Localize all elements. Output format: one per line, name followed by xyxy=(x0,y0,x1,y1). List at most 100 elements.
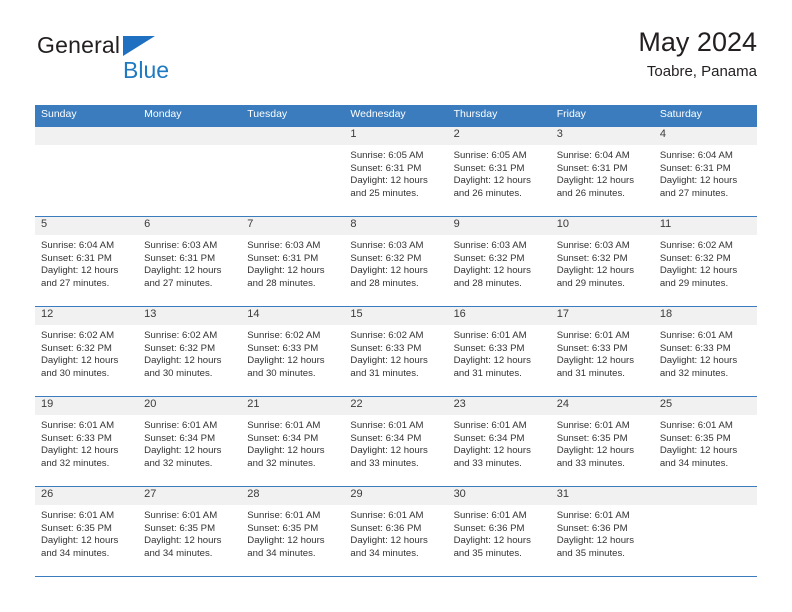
day-number[interactable]: 8 xyxy=(344,217,447,235)
day-cell[interactable]: Sunrise: 6:04 AM Sunset: 6:31 PM Dayligh… xyxy=(35,235,138,306)
daylight-text-line2: and 29 minutes. xyxy=(659,277,729,289)
day-number[interactable]: 17 xyxy=(551,307,654,325)
day-number[interactable]: 21 xyxy=(241,397,344,415)
daylight-text-line1: Daylight: 12 hours xyxy=(659,265,738,277)
day-cell[interactable] xyxy=(35,145,138,216)
day-cell[interactable]: Sunrise: 6:01 AM Sunset: 6:36 PM Dayligh… xyxy=(448,505,551,576)
day-cell[interactable]: Sunrise: 6:01 AM Sunset: 6:33 PM Dayligh… xyxy=(551,325,654,396)
day-cell[interactable]: Sunrise: 6:01 AM Sunset: 6:35 PM Dayligh… xyxy=(551,415,654,486)
day-number[interactable] xyxy=(654,487,757,505)
day-number[interactable]: 24 xyxy=(551,397,654,415)
sunrise-text: Sunrise: 6:01 AM xyxy=(453,510,527,521)
day-number[interactable]: 4 xyxy=(654,127,757,145)
day-number[interactable]: 26 xyxy=(35,487,138,505)
daylight-text-line2: and 34 minutes. xyxy=(350,547,419,559)
day-number[interactable] xyxy=(241,127,344,145)
day-number[interactable]: 31 xyxy=(551,487,654,505)
day-cell[interactable]: Sunrise: 6:03 AM Sunset: 6:32 PM Dayligh… xyxy=(344,235,447,306)
day-cell[interactable] xyxy=(138,145,241,216)
day-number[interactable]: 23 xyxy=(448,397,551,415)
day-number-band: 19 20 21 22 23 24 25 xyxy=(35,397,757,415)
day-number[interactable]: 1 xyxy=(344,127,447,145)
day-number[interactable]: 3 xyxy=(551,127,654,145)
day-cell[interactable]: Sunrise: 6:03 AM Sunset: 6:32 PM Dayligh… xyxy=(448,235,551,306)
day-number[interactable]: 16 xyxy=(448,307,551,325)
sunset-text: Sunset: 6:32 PM xyxy=(350,252,422,264)
day-cell[interactable]: Sunrise: 6:01 AM Sunset: 6:33 PM Dayligh… xyxy=(654,325,757,396)
daylight-text-line2: and 29 minutes. xyxy=(556,277,625,289)
day-cell[interactable]: Sunrise: 6:01 AM Sunset: 6:35 PM Dayligh… xyxy=(35,505,138,576)
day-cell[interactable] xyxy=(241,145,344,216)
day-number[interactable]: 2 xyxy=(448,127,551,145)
day-cell[interactable]: Sunrise: 6:01 AM Sunset: 6:34 PM Dayligh… xyxy=(344,415,447,486)
day-cell[interactable]: Sunrise: 6:01 AM Sunset: 6:35 PM Dayligh… xyxy=(654,415,757,486)
day-cell[interactable]: Sunrise: 6:01 AM Sunset: 6:36 PM Dayligh… xyxy=(344,505,447,576)
day-cell[interactable]: Sunrise: 6:01 AM Sunset: 6:36 PM Dayligh… xyxy=(551,505,654,576)
week-row: 26 27 28 29 30 31 Sunrise: 6:01 AM Sunse… xyxy=(35,487,757,577)
day-number[interactable]: 5 xyxy=(35,217,138,235)
day-number[interactable]: 15 xyxy=(344,307,447,325)
day-cell[interactable]: Sunrise: 6:04 AM Sunset: 6:31 PM Dayligh… xyxy=(654,145,757,216)
sunrise-text: Sunrise: 6:01 AM xyxy=(144,420,218,431)
day-cell[interactable] xyxy=(654,505,757,576)
day-cell[interactable]: Sunrise: 6:04 AM Sunset: 6:31 PM Dayligh… xyxy=(551,145,654,216)
sunrise-text: Sunrise: 6:03 AM xyxy=(556,240,630,251)
sunrise-text: Sunrise: 6:04 AM xyxy=(41,240,115,251)
day-number[interactable]: 22 xyxy=(344,397,447,415)
day-number[interactable]: 30 xyxy=(448,487,551,505)
day-number[interactable]: 20 xyxy=(138,397,241,415)
day-number[interactable]: 6 xyxy=(138,217,241,235)
day-cell[interactable]: Sunrise: 6:02 AM Sunset: 6:32 PM Dayligh… xyxy=(654,235,757,306)
daylight-text-line1: Daylight: 12 hours xyxy=(144,355,222,367)
day-number[interactable]: 25 xyxy=(654,397,757,415)
day-detail-row: Sunrise: 6:02 AM Sunset: 6:32 PM Dayligh… xyxy=(35,325,757,396)
day-cell[interactable]: Sunrise: 6:02 AM Sunset: 6:32 PM Dayligh… xyxy=(138,325,241,396)
general-blue-logo[interactable]: General Blue xyxy=(35,34,255,90)
daylight-text-line2: and 32 minutes. xyxy=(144,457,213,469)
daylight-text-line2: and 31 minutes. xyxy=(556,367,625,379)
day-cell[interactable]: Sunrise: 6:02 AM Sunset: 6:32 PM Dayligh… xyxy=(35,325,138,396)
day-number[interactable]: 11 xyxy=(654,217,757,235)
day-number[interactable]: 14 xyxy=(241,307,344,325)
sunrise-text: Sunrise: 6:01 AM xyxy=(453,420,527,431)
day-cell[interactable]: Sunrise: 6:01 AM Sunset: 6:33 PM Dayligh… xyxy=(35,415,138,486)
day-cell[interactable]: Sunrise: 6:05 AM Sunset: 6:31 PM Dayligh… xyxy=(448,145,551,216)
day-cell[interactable]: Sunrise: 6:01 AM Sunset: 6:35 PM Dayligh… xyxy=(138,505,241,576)
day-cell[interactable]: Sunrise: 6:01 AM Sunset: 6:34 PM Dayligh… xyxy=(241,415,344,486)
day-number[interactable]: 9 xyxy=(448,217,551,235)
day-cell[interactable]: Sunrise: 6:05 AM Sunset: 6:31 PM Dayligh… xyxy=(344,145,447,216)
daylight-text-line2: and 27 minutes. xyxy=(41,277,110,289)
daylight-text-line1: Daylight: 12 hours xyxy=(350,445,428,457)
day-cell[interactable]: Sunrise: 6:02 AM Sunset: 6:33 PM Dayligh… xyxy=(344,325,447,396)
day-cell[interactable]: Sunrise: 6:03 AM Sunset: 6:31 PM Dayligh… xyxy=(138,235,241,306)
day-number[interactable]: 10 xyxy=(551,217,654,235)
weekday-tuesday: Tuesday xyxy=(247,108,288,120)
day-cell[interactable]: Sunrise: 6:02 AM Sunset: 6:33 PM Dayligh… xyxy=(241,325,344,396)
day-number[interactable]: 7 xyxy=(241,217,344,235)
day-number[interactable]: 27 xyxy=(138,487,241,505)
day-number[interactable]: 19 xyxy=(35,397,138,415)
day-number[interactable] xyxy=(138,127,241,145)
day-number[interactable] xyxy=(35,127,138,145)
day-cell[interactable]: Sunrise: 6:01 AM Sunset: 6:35 PM Dayligh… xyxy=(241,505,344,576)
daylight-text-line2: and 30 minutes. xyxy=(144,367,213,379)
daylight-text-line1: Daylight: 12 hours xyxy=(556,445,635,457)
day-cell[interactable]: Sunrise: 6:01 AM Sunset: 6:34 PM Dayligh… xyxy=(138,415,241,486)
day-cell[interactable]: Sunrise: 6:03 AM Sunset: 6:31 PM Dayligh… xyxy=(241,235,344,306)
day-number[interactable]: 18 xyxy=(654,307,757,325)
sunset-text: Sunset: 6:35 PM xyxy=(556,432,628,444)
day-number[interactable]: 29 xyxy=(344,487,447,505)
day-cell[interactable]: Sunrise: 6:01 AM Sunset: 6:33 PM Dayligh… xyxy=(448,325,551,396)
day-number[interactable]: 28 xyxy=(241,487,344,505)
daylight-text-line1: Daylight: 12 hours xyxy=(556,355,635,367)
day-number[interactable]: 13 xyxy=(138,307,241,325)
sunrise-text: Sunrise: 6:03 AM xyxy=(453,240,527,251)
sunset-text: Sunset: 6:36 PM xyxy=(556,522,628,534)
sunset-text: Sunset: 6:31 PM xyxy=(247,252,319,264)
day-number[interactable]: 12 xyxy=(35,307,138,325)
sunset-text: Sunset: 6:35 PM xyxy=(41,522,112,534)
sunrise-text: Sunrise: 6:03 AM xyxy=(247,240,321,251)
daylight-text-line2: and 32 minutes. xyxy=(247,457,316,469)
day-cell[interactable]: Sunrise: 6:01 AM Sunset: 6:34 PM Dayligh… xyxy=(448,415,551,486)
day-cell[interactable]: Sunrise: 6:03 AM Sunset: 6:32 PM Dayligh… xyxy=(551,235,654,306)
